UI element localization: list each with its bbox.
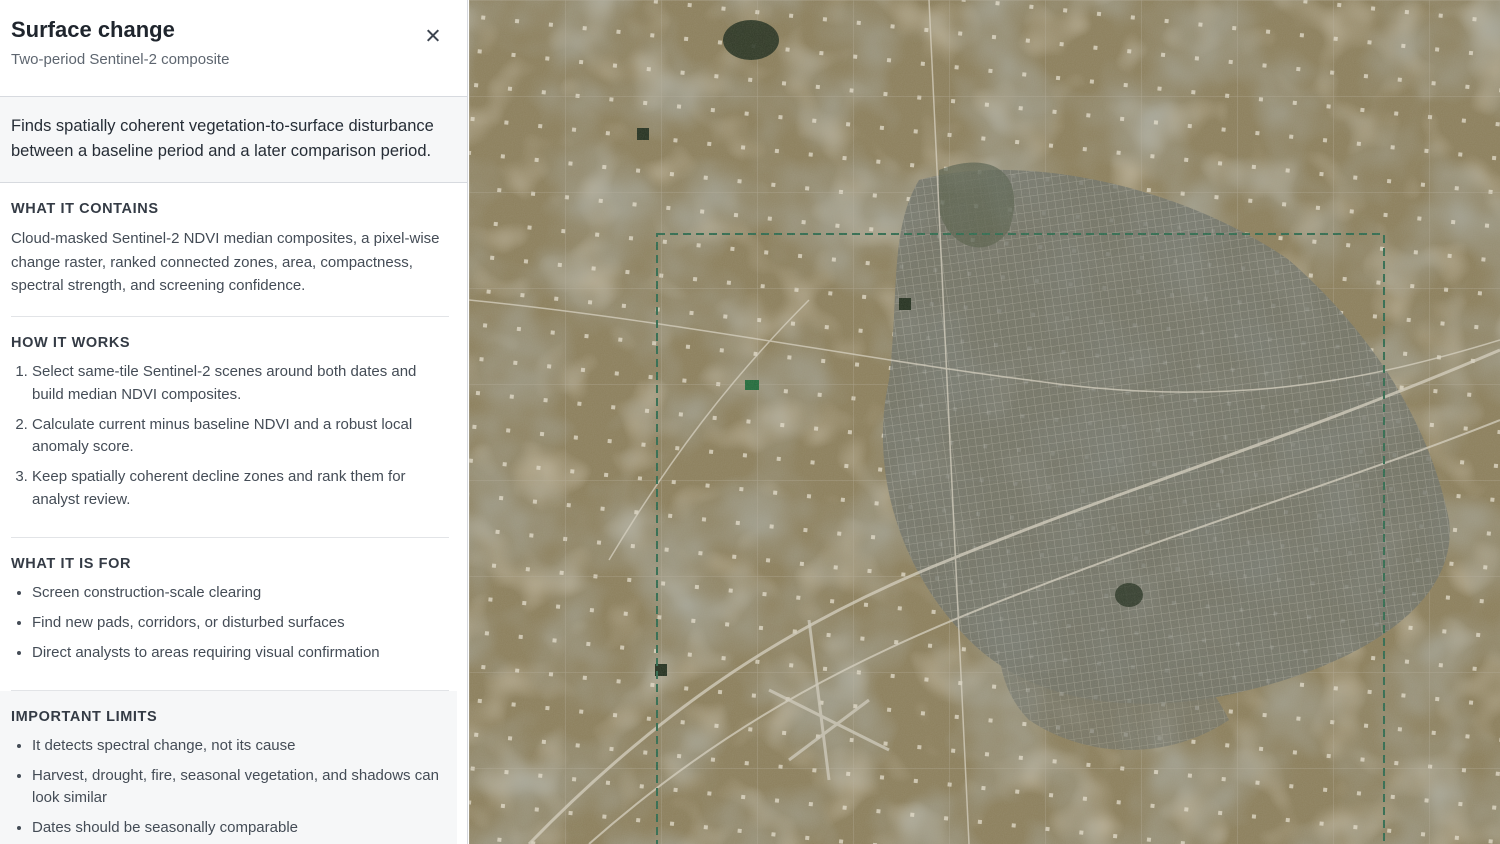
imagery-texture [469, 0, 1500, 844]
section-title: WHAT IT IS FOR [11, 555, 132, 572]
section-title: IMPORTANT LIMITS [11, 708, 158, 725]
section-title: WHAT IT CONTAINS [11, 201, 159, 217]
section-important-limits: IMPORTANT LIMITS It detects spectral cha… [0, 690, 457, 844]
list-item: Select same-tile Sentinel-2 scenes aroun… [32, 361, 449, 406]
section-contains: WHAT IT CONTAINS Cloud-masked Sentinel-2… [11, 183, 449, 318]
panel-intro: Finds spatially coherent vegetation-to-s… [0, 97, 467, 183]
panel-title: Surface change [11, 17, 175, 42]
list-item: Direct analysts to areas requiring visua… [32, 642, 449, 665]
steps-list: Select same-tile Sentinel-2 scenes aroun… [11, 361, 449, 511]
bullets-list: Screen construction-scale clearing Find … [11, 582, 449, 665]
map-canvas[interactable] [469, 0, 1500, 844]
section-how-it-works: HOW IT WORKS Select same-tile Sentinel-2… [11, 317, 449, 538]
list-item: Dates should be seasonally comparable [32, 817, 457, 840]
panel-header: Surface change Two-period Sentinel-2 com… [0, 0, 467, 97]
list-item: Calculate current minus baseline NDVI an… [32, 414, 449, 459]
section-title: HOW IT WORKS [11, 335, 131, 352]
satellite-map[interactable] [469, 0, 1500, 844]
list-item: It detects spectral change, not its caus… [32, 735, 457, 758]
list-item: Screen construction-scale clearing [32, 582, 449, 605]
list-item: Harvest, drought, fire, seasonal vegetat… [32, 765, 457, 810]
panel-subtitle: Two-period Sentinel-2 composite [11, 51, 230, 68]
list-item: Find new pads, corridors, or disturbed s… [32, 612, 449, 635]
section-text: Cloud-masked Sentinel-2 NDVI median comp… [11, 230, 440, 295]
close-icon[interactable] [420, 23, 446, 49]
list-item: Keep spatially coherent decline zones an… [32, 466, 449, 511]
info-panel: Surface change Two-period Sentinel-2 com… [0, 0, 468, 844]
section-what-it-is-for: WHAT IT IS FOR Screen construction-scale… [11, 538, 449, 691]
bullets-list: It detects spectral change, not its caus… [11, 735, 457, 840]
